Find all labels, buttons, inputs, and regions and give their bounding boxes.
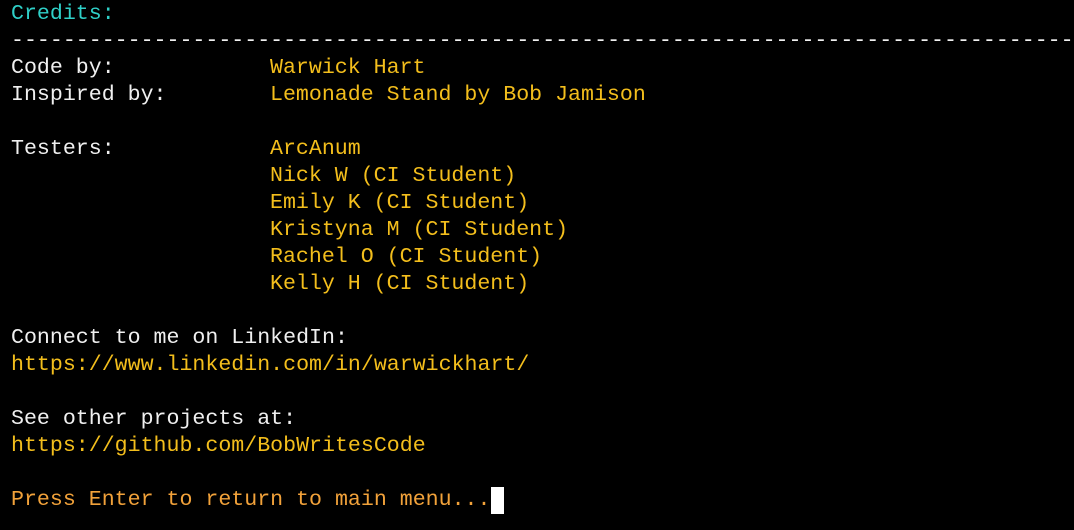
- linkedin-label: Connect to me on LinkedIn:: [11, 326, 348, 350]
- text-cursor: [491, 487, 505, 514]
- terminal-window[interactable]: Credits: -------------------------------…: [11, 0, 1074, 530]
- tester-item: Kristyna M (CI Student): [270, 218, 569, 242]
- testers-label: Testers:: [11, 137, 115, 161]
- tester-item: Nick W (CI Student): [270, 164, 517, 188]
- tester-item: ArcAnum: [270, 137, 361, 161]
- github-url: https://github.com/BobWritesCode: [11, 434, 426, 458]
- inspired-by-value: Lemonade Stand by Bob Jamison: [270, 83, 646, 107]
- tester-item: Kelly H (CI Student): [270, 272, 530, 296]
- prompt-line[interactable]: Press Enter to return to main menu...: [11, 487, 505, 514]
- code-by-value: Warwick Hart: [270, 56, 426, 80]
- tester-item: Rachel O (CI Student): [270, 245, 543, 269]
- inspired-by-label: Inspired by:: [11, 83, 167, 107]
- credits-title: Credits:: [11, 2, 115, 26]
- tester-item: Emily K (CI Student): [270, 191, 530, 215]
- prompt-text: Press Enter to return to main menu...: [11, 488, 491, 512]
- separator-line: ----------------------------------------…: [11, 29, 1074, 53]
- github-label: See other projects at:: [11, 407, 297, 431]
- code-by-label: Code by:: [11, 56, 115, 80]
- linkedin-url: https://www.linkedin.com/in/warwickhart/: [11, 353, 530, 377]
